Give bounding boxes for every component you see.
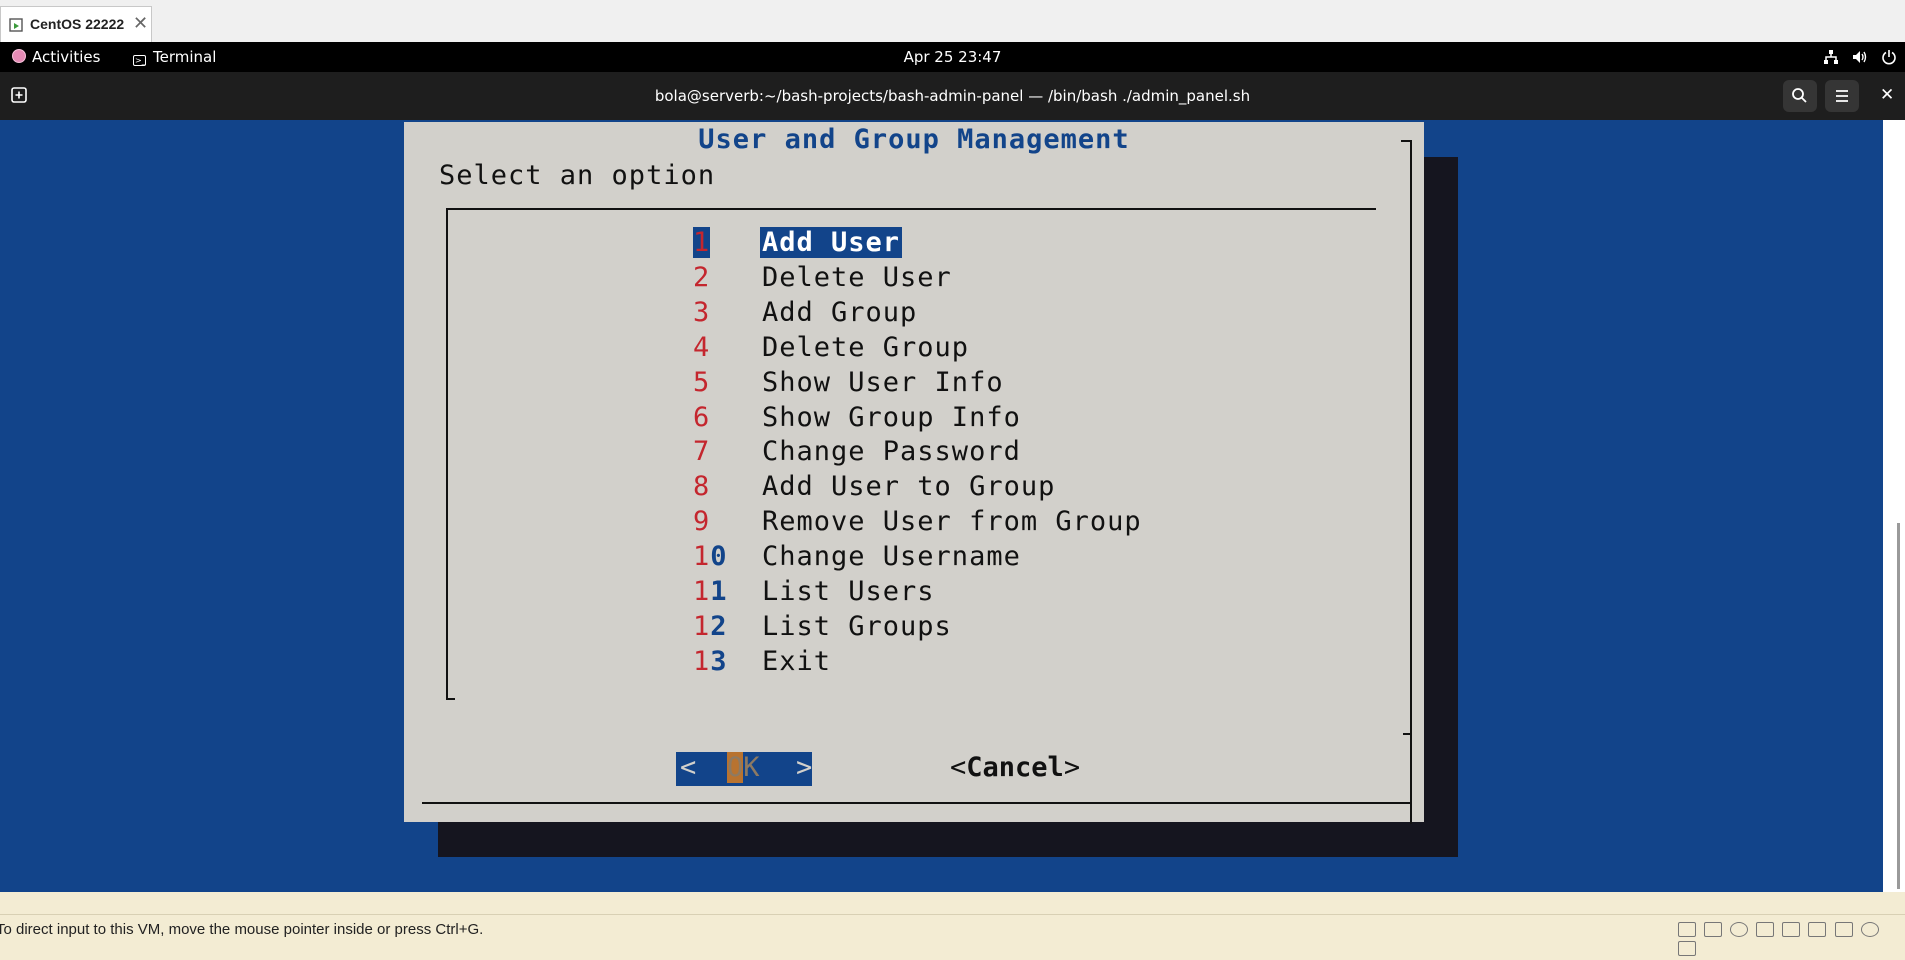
menu-item-hotkey: 1 (693, 610, 711, 642)
menu-item-hotkey: 9 (693, 506, 711, 538)
menu-item-tag: 2 (693, 262, 710, 293)
menu-button[interactable] (1825, 80, 1859, 112)
vm-device-icons[interactable] (1678, 922, 1905, 960)
menu-item-hotkey: 1 (693, 541, 711, 573)
menu-item-hotkey: 2 (693, 261, 711, 293)
ok-left-bracket: < (680, 752, 697, 783)
terminal-header: bola@serverb:~/bash-projects/bash-admin-… (0, 72, 1905, 120)
menu-item-tag-rest: 3 (710, 645, 728, 677)
sound-icon[interactable] (1808, 922, 1827, 937)
menu-item-hotkey: 7 (693, 436, 711, 468)
menu-item-tag: 5 (693, 367, 710, 398)
hard-disk-icon[interactable] (1678, 922, 1696, 937)
search-icon (1792, 88, 1807, 103)
menu-item-label: Change Username (762, 541, 1021, 573)
vm-tab-title: CentOS 22222 (30, 16, 125, 32)
menu-item-tag: 13 (693, 646, 728, 677)
menu-item-tag: 8 (693, 471, 710, 502)
menu-item-hotkey: 3 (693, 296, 711, 328)
close-tab-icon[interactable]: ✕ (133, 13, 148, 34)
menu-item-tag: 12 (693, 611, 728, 642)
hamburger-icon (1836, 90, 1848, 102)
vm-icon (9, 18, 23, 32)
menu-item-label: Add User to Group (762, 471, 1056, 503)
close-window-icon[interactable]: ✕ (1880, 85, 1894, 105)
ok-label: OK (727, 752, 760, 783)
menu-item-label: List Groups (762, 610, 952, 642)
network-adapter-icon[interactable] (1756, 922, 1775, 937)
list-bottom-tick (446, 698, 455, 700)
menu-item-hotkey: 1 (693, 227, 711, 258)
menu-item-hotkey: 5 (693, 366, 711, 398)
status-message: To direct input to this VM, move the mou… (0, 921, 484, 938)
power-icon (1882, 49, 1896, 64)
ok-label-rest: K (743, 752, 760, 783)
vm-status-bar: To direct input to this VM, move the mou… (0, 914, 1905, 956)
frame-bottom-border (422, 802, 1412, 804)
network-icon (1824, 49, 1839, 64)
menu-item-hotkey: 8 (693, 471, 711, 503)
clock[interactable]: Apr 25 23:47 (0, 48, 1905, 66)
volume-icon (1853, 50, 1867, 63)
menu-item-tag: 4 (693, 332, 710, 363)
menu-item-label: Add User (760, 227, 903, 258)
wireless-icon[interactable] (1860, 922, 1879, 937)
menu-item-label: Delete User (762, 261, 952, 293)
menu-item-tag: 7 (693, 436, 710, 467)
menu-item-label: Delete Group (762, 331, 970, 363)
menu-item-tag: 6 (693, 402, 710, 433)
frame-right-mid-tick (1403, 733, 1412, 735)
ok-right-bracket: > (796, 752, 813, 783)
ok-button[interactable]: < OK > (676, 752, 812, 786)
camera-icon[interactable] (1834, 922, 1853, 937)
cancel-right-bracket: > (1063, 752, 1081, 783)
system-tray[interactable] (1815, 47, 1897, 65)
list-left-border (446, 208, 448, 700)
menu-item-tag: 11 (693, 576, 728, 607)
dialog-title: User and Group Management (698, 124, 1130, 155)
menu-item-hotkey: 6 (693, 401, 711, 433)
terminal-title: bola@serverb:~/bash-projects/bash-admin-… (654, 87, 1251, 105)
scrollbar-thumb[interactable] (1897, 523, 1900, 889)
frame-right-border (1410, 140, 1412, 824)
menu-item-label: Exit (762, 645, 832, 677)
menu-item-hotkey: 4 (693, 331, 711, 363)
list-top-border (446, 208, 1376, 210)
menu-item-label: Show Group Info (762, 401, 1021, 433)
menu-item-label: Add Group (762, 296, 918, 328)
frame-right-top-tick (1401, 140, 1410, 142)
cancel-label: Cancel (966, 752, 1064, 783)
cancel-button[interactable]: <Cancel> (950, 752, 1080, 783)
dialog-prompt: Select an option (439, 160, 716, 191)
gnome-top-bar: Activities >_ Terminal Apr 25 23:47 (0, 42, 1905, 72)
menu-item-hotkey: 1 (693, 576, 711, 607)
vm-tab[interactable]: CentOS 22222 ✕ (0, 6, 152, 42)
ok-hotkey: O (727, 752, 744, 783)
menu-item-tag-rest: 0 (710, 541, 728, 573)
menu-item-hotkey: 1 (693, 645, 711, 677)
cancel-left-bracket: < (950, 752, 967, 783)
vm-tab-strip: CentOS 22222 ✕ (0, 0, 1905, 43)
menu-item-label: List Users (762, 576, 935, 607)
menu-item-tag: 9 (693, 506, 710, 537)
scrollbar[interactable] (1883, 120, 1905, 892)
menu-item-label: Remove User from Group (762, 506, 1142, 538)
menu-item-tag-rest: 2 (710, 610, 728, 642)
optical-drive-icon[interactable] (1730, 922, 1749, 937)
network-adapter-2-icon[interactable] (1782, 922, 1801, 937)
menu-item-tag: 1 (693, 227, 711, 258)
menu-item-tag: 10 (693, 541, 728, 572)
message-icon[interactable] (1678, 941, 1696, 956)
menu-item-label: Change Password (762, 436, 1021, 468)
menu-item-label: Show User Info (762, 366, 1004, 398)
menu-item-tag: 3 (693, 297, 710, 328)
menu-dialog: User and Group Management Select an opti… (404, 122, 1424, 824)
menu-item-tag-rest: 1 (710, 576, 728, 607)
hard-disk-2-icon[interactable] (1704, 922, 1723, 937)
search-button[interactable] (1783, 80, 1817, 112)
